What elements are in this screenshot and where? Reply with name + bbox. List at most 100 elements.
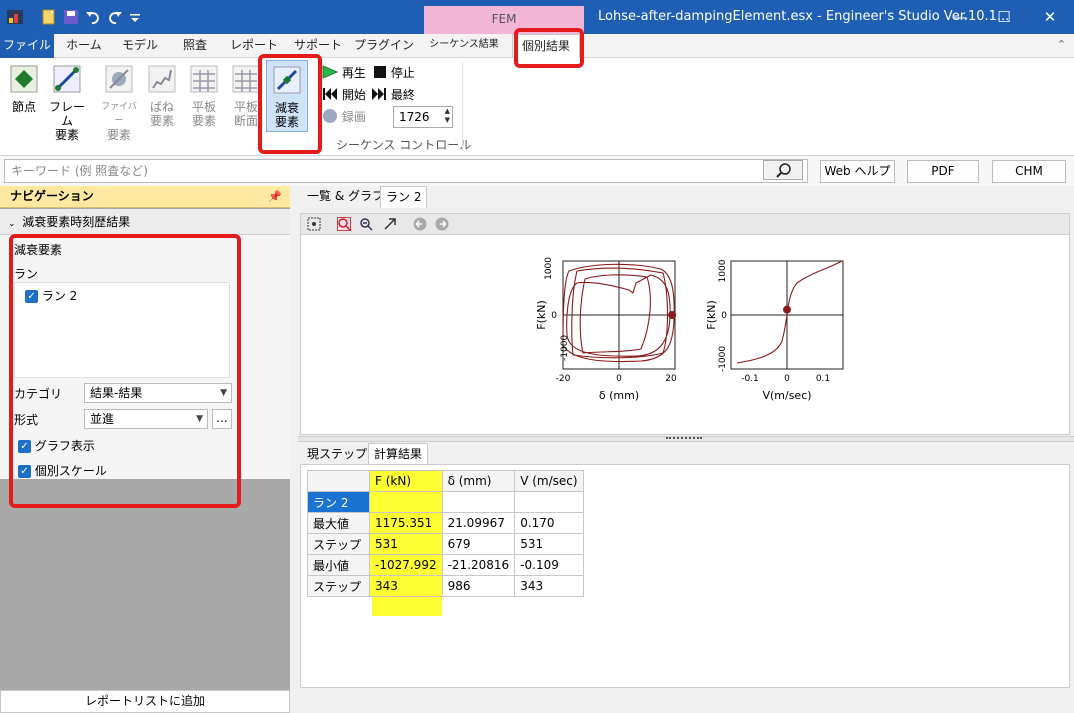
table-header-cell: [307, 470, 370, 492]
tab-run-2[interactable]: ラン 2: [380, 186, 428, 208]
keyword-search-input[interactable]: キーワード (例 照査など): [4, 159, 808, 183]
tab-model[interactable]: モデル: [114, 34, 166, 58]
play-control[interactable]: 再生: [322, 64, 366, 82]
new-file-icon[interactable]: [40, 8, 58, 26]
damping-history-section[interactable]: ⌄ 減衰要素時刻歴結果: [0, 209, 290, 235]
table-cell[interactable]: [441, 491, 516, 513]
expand-icon[interactable]: [383, 217, 397, 231]
play-icon: [322, 65, 339, 79]
close-button[interactable]: ✕: [1030, 5, 1070, 29]
search-row: キーワード (例 照査など) Web ヘルプ PDF CHM: [0, 156, 1074, 186]
fiber-element-button[interactable]: ファイバー 要素: [98, 64, 140, 142]
current-step-marker: [783, 305, 791, 314]
table-cell[interactable]: 986: [441, 575, 516, 597]
table-cell[interactable]: ラン 2: [307, 491, 370, 513]
undo-icon[interactable]: [84, 8, 102, 26]
tab-list-and-graph[interactable]: 一覧 & グラフ: [302, 186, 389, 208]
table-cell[interactable]: 679: [441, 533, 516, 555]
table-row[interactable]: 最小値 -1027.992 -21.20816 -0.109: [307, 554, 584, 576]
maximize-button[interactable]: ☐: [984, 5, 1024, 29]
table-row[interactable]: ステップ 531 679 531: [307, 533, 584, 555]
stop-control[interactable]: 停止: [373, 64, 415, 82]
tab-file[interactable]: ファイル: [0, 34, 54, 58]
tab-check[interactable]: 照査: [170, 34, 220, 58]
table-cell[interactable]: [369, 491, 443, 513]
table-cell[interactable]: 343: [514, 575, 584, 597]
pane-splitter[interactable]: [298, 436, 1074, 442]
table-cell[interactable]: [514, 491, 584, 513]
graph-toolbar: [300, 213, 1070, 235]
sequence-control-group-label: シーケンス コントロール: [336, 138, 472, 152]
table-cell[interactable]: -0.109: [514, 554, 584, 576]
table-cell[interactable]: -21.20816: [441, 554, 516, 576]
y-tick-label: -1000: [560, 335, 570, 361]
zoom-in-icon[interactable]: [337, 217, 351, 231]
frame-element-button[interactable]: フレーム 要素: [46, 64, 88, 142]
collapse-ribbon-icon[interactable]: ⌃: [1057, 38, 1066, 51]
save-icon[interactable]: [62, 8, 80, 26]
table-cell[interactable]: ステップ: [307, 575, 370, 597]
zoom-out-icon[interactable]: [359, 217, 373, 231]
minimize-button[interactable]: —: [940, 5, 980, 29]
spinner-arrows-icon[interactable]: ▲ ▼: [445, 107, 450, 125]
spring-element-icon: [148, 65, 176, 93]
y-axis-label: F(kN): [705, 300, 718, 330]
navigation-title: ナビゲーション: [10, 189, 94, 203]
app-icon[interactable]: [6, 8, 24, 26]
graph-area: 1000 0 -1000 -20 0 20 δ (mm) F(kN) 1000 …: [300, 235, 1070, 435]
x-tick-label: 0: [784, 374, 790, 384]
table-cell[interactable]: 0.170: [514, 512, 584, 534]
pdf-button[interactable]: PDF: [907, 160, 979, 183]
y-tick-label: 0: [721, 311, 727, 321]
table-cell[interactable]: 531: [514, 533, 584, 555]
table-header-cell[interactable]: F (kN): [369, 470, 443, 492]
record-control[interactable]: 録画: [322, 108, 366, 126]
chm-button[interactable]: CHM: [992, 160, 1066, 183]
tab-calculation-results[interactable]: 計算結果: [368, 443, 429, 465]
plate-element-icon: [190, 65, 218, 93]
spring-element-button[interactable]: ばね 要素: [142, 64, 182, 130]
redo-icon[interactable]: [106, 8, 124, 26]
fit-view-icon[interactable]: [307, 217, 321, 231]
table-cell[interactable]: 最小値: [307, 554, 370, 576]
quick-access-dropdown-icon[interactable]: [126, 8, 144, 26]
search-button[interactable]: [763, 160, 803, 180]
graph-canvas[interactable]: 1000 0 -1000 -20 0 20 δ (mm) F(kN) 1000 …: [301, 235, 1069, 435]
table-cell[interactable]: 1175.351: [369, 512, 443, 534]
tab-home[interactable]: ホーム: [58, 34, 110, 58]
start-control[interactable]: 開始: [322, 86, 366, 104]
table-cell[interactable]: 531: [369, 533, 443, 555]
table-header-cell[interactable]: V (m/sec): [514, 470, 584, 492]
tab-current-step[interactable]: 現ステップ: [302, 444, 372, 466]
add-to-report-list-button[interactable]: レポートリストに追加: [0, 690, 290, 713]
x-tick-label: -0.1: [741, 374, 759, 384]
node-icon: [10, 65, 38, 93]
web-help-button[interactable]: Web ヘルプ: [820, 160, 895, 183]
ribbon-group-divider: [462, 62, 463, 150]
step-spinner[interactable]: 1726 ▲ ▼: [393, 106, 453, 128]
end-control[interactable]: 最終: [371, 86, 415, 104]
tab-plugin[interactable]: プラグイン: [352, 34, 416, 58]
pin-icon[interactable]: 📌: [268, 186, 282, 207]
table-cell[interactable]: ステップ: [307, 533, 370, 555]
forward-arrow-icon[interactable]: [435, 217, 449, 231]
x-tick-label: -20: [556, 374, 571, 384]
table-row[interactable]: ステップ 343 986 343: [307, 575, 584, 597]
table-cell[interactable]: 21.09967: [441, 512, 516, 534]
tab-sequence-results[interactable]: シーケンス結果: [424, 34, 504, 58]
plate-section-icon: [232, 65, 260, 93]
table-row[interactable]: ラン 2: [307, 491, 584, 513]
table-cell[interactable]: 343: [369, 575, 443, 597]
back-arrow-icon[interactable]: [413, 217, 427, 231]
table-header-cell[interactable]: δ (mm): [441, 470, 516, 492]
force-displacement-chart[interactable]: 1000 0 -1000 -20 0 20 δ (mm) F(kN): [535, 257, 677, 402]
table-row[interactable]: 最大値 1175.351 21.09967 0.170: [307, 512, 584, 534]
search-icon: [776, 163, 791, 178]
plate-element-button[interactable]: 平板 要素: [184, 64, 224, 130]
node-button[interactable]: 節点: [4, 64, 44, 130]
force-velocity-chart[interactable]: 1000 0 -1000 -0.1 0 0.1 V(m/sec) F(kN): [705, 259, 844, 402]
x-tick-label: 0.1: [816, 374, 830, 384]
chevron-down-icon: ⌄: [8, 219, 19, 229]
table-cell[interactable]: 最大値: [307, 512, 370, 534]
table-cell[interactable]: -1027.992: [369, 554, 443, 576]
